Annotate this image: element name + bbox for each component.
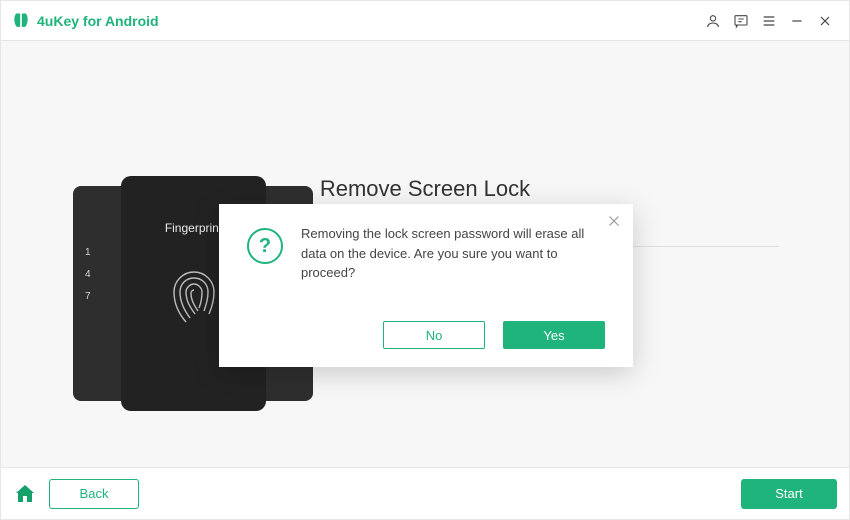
question-icon: ? (247, 228, 283, 264)
account-button[interactable] (699, 7, 727, 35)
close-window-button[interactable] (811, 7, 839, 35)
feedback-icon (733, 13, 749, 29)
menu-button[interactable] (755, 7, 783, 35)
titlebar: 4uKey for Android (1, 1, 849, 41)
minimize-button[interactable] (783, 7, 811, 35)
app-title: 4uKey for Android (37, 13, 159, 29)
home-icon (13, 482, 37, 506)
close-icon (605, 212, 623, 230)
back-button[interactable]: Back (49, 479, 139, 509)
dialog-yes-button[interactable]: Yes (503, 321, 605, 349)
fingerprint-icon (167, 266, 221, 331)
main-area: Remove Screen Lock etc.) when you forgot… (1, 41, 849, 467)
user-icon (705, 13, 721, 29)
minimize-icon (789, 13, 805, 29)
dialog-message: Removing the lock screen password will e… (301, 224, 611, 283)
feedback-button[interactable] (727, 7, 755, 35)
keypad-num: 4 (85, 264, 91, 286)
confirm-dialog: ? Removing the lock screen password will… (219, 204, 633, 367)
app-window: 4uKey for Android Remove Screen Lock etc… (0, 0, 850, 520)
app-logo: 4uKey for Android (11, 11, 159, 31)
logo-icon (11, 11, 31, 31)
dialog-no-button[interactable]: No (383, 321, 485, 349)
dialog-close-button[interactable] (605, 212, 623, 230)
home-button[interactable] (13, 482, 37, 506)
close-icon (817, 13, 833, 29)
bottom-bar: Back Start (1, 467, 849, 519)
start-button[interactable]: Start (741, 479, 837, 509)
menu-icon (761, 13, 777, 29)
keypad-num: 1 (85, 242, 91, 264)
keypad-num: 7 (85, 286, 91, 308)
